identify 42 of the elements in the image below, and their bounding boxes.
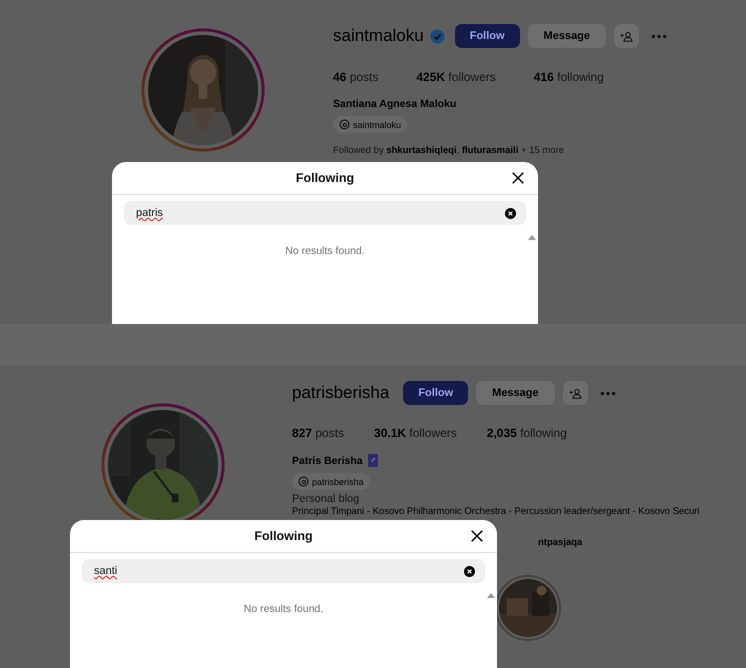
close-icon[interactable] (470, 529, 484, 543)
scroll-up-icon[interactable] (528, 235, 536, 240)
full-name: Santiana Agnesa Maloku (333, 98, 456, 110)
story-highlight[interactable] (495, 575, 561, 641)
at-sign-icon (339, 119, 350, 130)
username: saintmaloku (333, 26, 424, 46)
bio-text: Principal Timpani - Kosovo Philharmonic Orchestra - Percussion leader/sergeant - Kosovo Securi (292, 506, 700, 517)
close-icon[interactable] (511, 171, 525, 185)
add-person-button[interactable] (562, 381, 588, 405)
message-button[interactable]: Message (476, 381, 555, 405)
dialog-title: Following (296, 171, 354, 185)
more-options-icon[interactable] (651, 34, 668, 38)
followed-by-text[interactable]: ntpasjaqa (538, 537, 582, 548)
add-person-button[interactable] (614, 24, 640, 48)
follow-button[interactable]: Follow (454, 24, 520, 48)
add-person-icon (620, 30, 634, 42)
empty-message: No results found. (284, 245, 366, 257)
stat-count[interactable]: 46 posts (333, 70, 378, 84)
full-name: Patris Berisha (292, 454, 363, 466)
clear-icon[interactable] (505, 208, 516, 218)
stat-count[interactable]: 416 following (534, 70, 604, 84)
more-options-icon[interactable] (600, 390, 616, 396)
threads-link[interactable]: patrisberisha (292, 473, 370, 490)
stat-count[interactable]: 425K followers (416, 70, 496, 84)
dialog-title: Following (254, 529, 313, 543)
message-button[interactable]: Message (528, 24, 606, 48)
category-label: Personal blog (292, 493, 360, 505)
empty-message: No results found. (242, 603, 324, 615)
search-field[interactable]: patris (124, 201, 526, 225)
scroll-up-icon[interactable] (487, 593, 495, 598)
stat-count[interactable]: 2,035 following (486, 426, 567, 440)
at-sign-icon (298, 476, 309, 487)
clear-icon[interactable] (464, 566, 475, 576)
follow-button[interactable]: Follow (403, 381, 468, 405)
followed-by-text[interactable]: Followed by shkurtashiqleqi, fluturasmaili + 15 more (333, 145, 564, 156)
username: patrisberisha (292, 383, 390, 403)
emoji-badge: ♂ (368, 454, 378, 467)
add-person-icon (568, 388, 582, 398)
stat-count[interactable]: 30.1K followers (374, 426, 457, 440)
stat-count[interactable]: 827 posts (292, 426, 344, 440)
threads-link[interactable]: saintmaloku (333, 116, 408, 133)
search-field[interactable]: santi (82, 559, 485, 583)
